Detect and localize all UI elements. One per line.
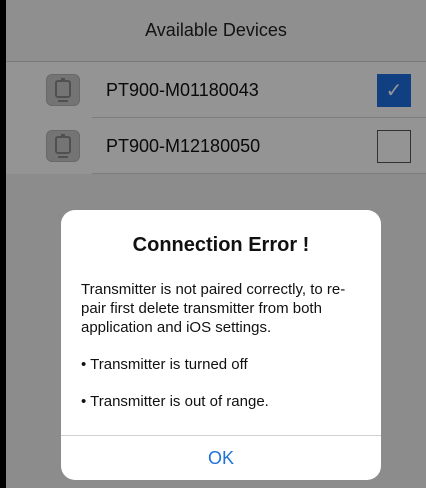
dialog-title: Connection Error ! (132, 234, 310, 256)
connection-error-dialog: Connection Error ! Transmitter is not pa… (61, 210, 381, 480)
dialog-body: Transmitter is not paired correctly, to … (81, 280, 363, 429)
ok-button[interactable]: OK (61, 436, 381, 480)
screen: Available Devices PT900-M01180043 ✓ PT90… (6, 0, 426, 488)
dialog-message: Transmitter is not paired correctly, to … (81, 281, 346, 336)
dialog-bullet-1: • Transmitter is turned off (81, 356, 248, 373)
device-frame: Available Devices PT900-M01180043 ✓ PT90… (0, 0, 426, 488)
dialog-bullet-2: • Transmitter is out of range. (81, 393, 269, 410)
